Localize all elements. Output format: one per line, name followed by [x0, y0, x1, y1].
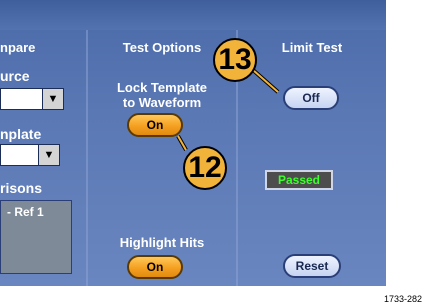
figure-number: 1733-282	[384, 294, 423, 304]
callout-12: 12	[183, 146, 227, 190]
callout-13: 13	[213, 38, 257, 82]
